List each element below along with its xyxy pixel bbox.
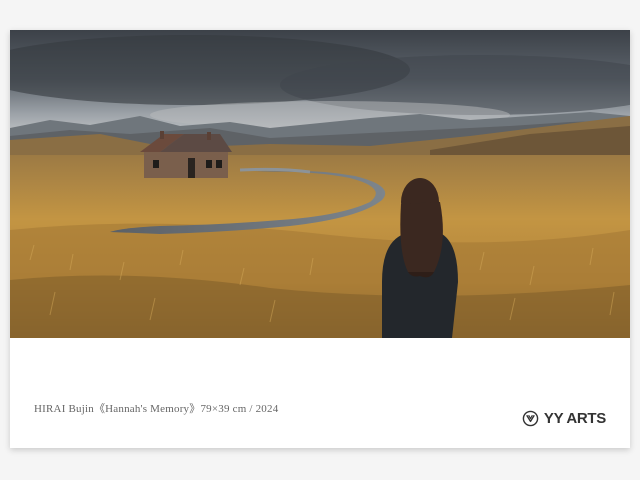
artwork-image bbox=[10, 30, 630, 338]
brand-name: YY ARTS bbox=[543, 410, 606, 427]
brand-logo[interactable]: YY ARTS bbox=[522, 410, 606, 427]
artwork-caption: HIRAI Bujin《Hannah's Memory》79×39 cm / 2… bbox=[34, 403, 279, 415]
yy-arts-logo-icon bbox=[522, 410, 539, 427]
artwork-card: HIRAI Bujin《Hannah's Memory》79×39 cm / 2… bbox=[10, 30, 630, 448]
